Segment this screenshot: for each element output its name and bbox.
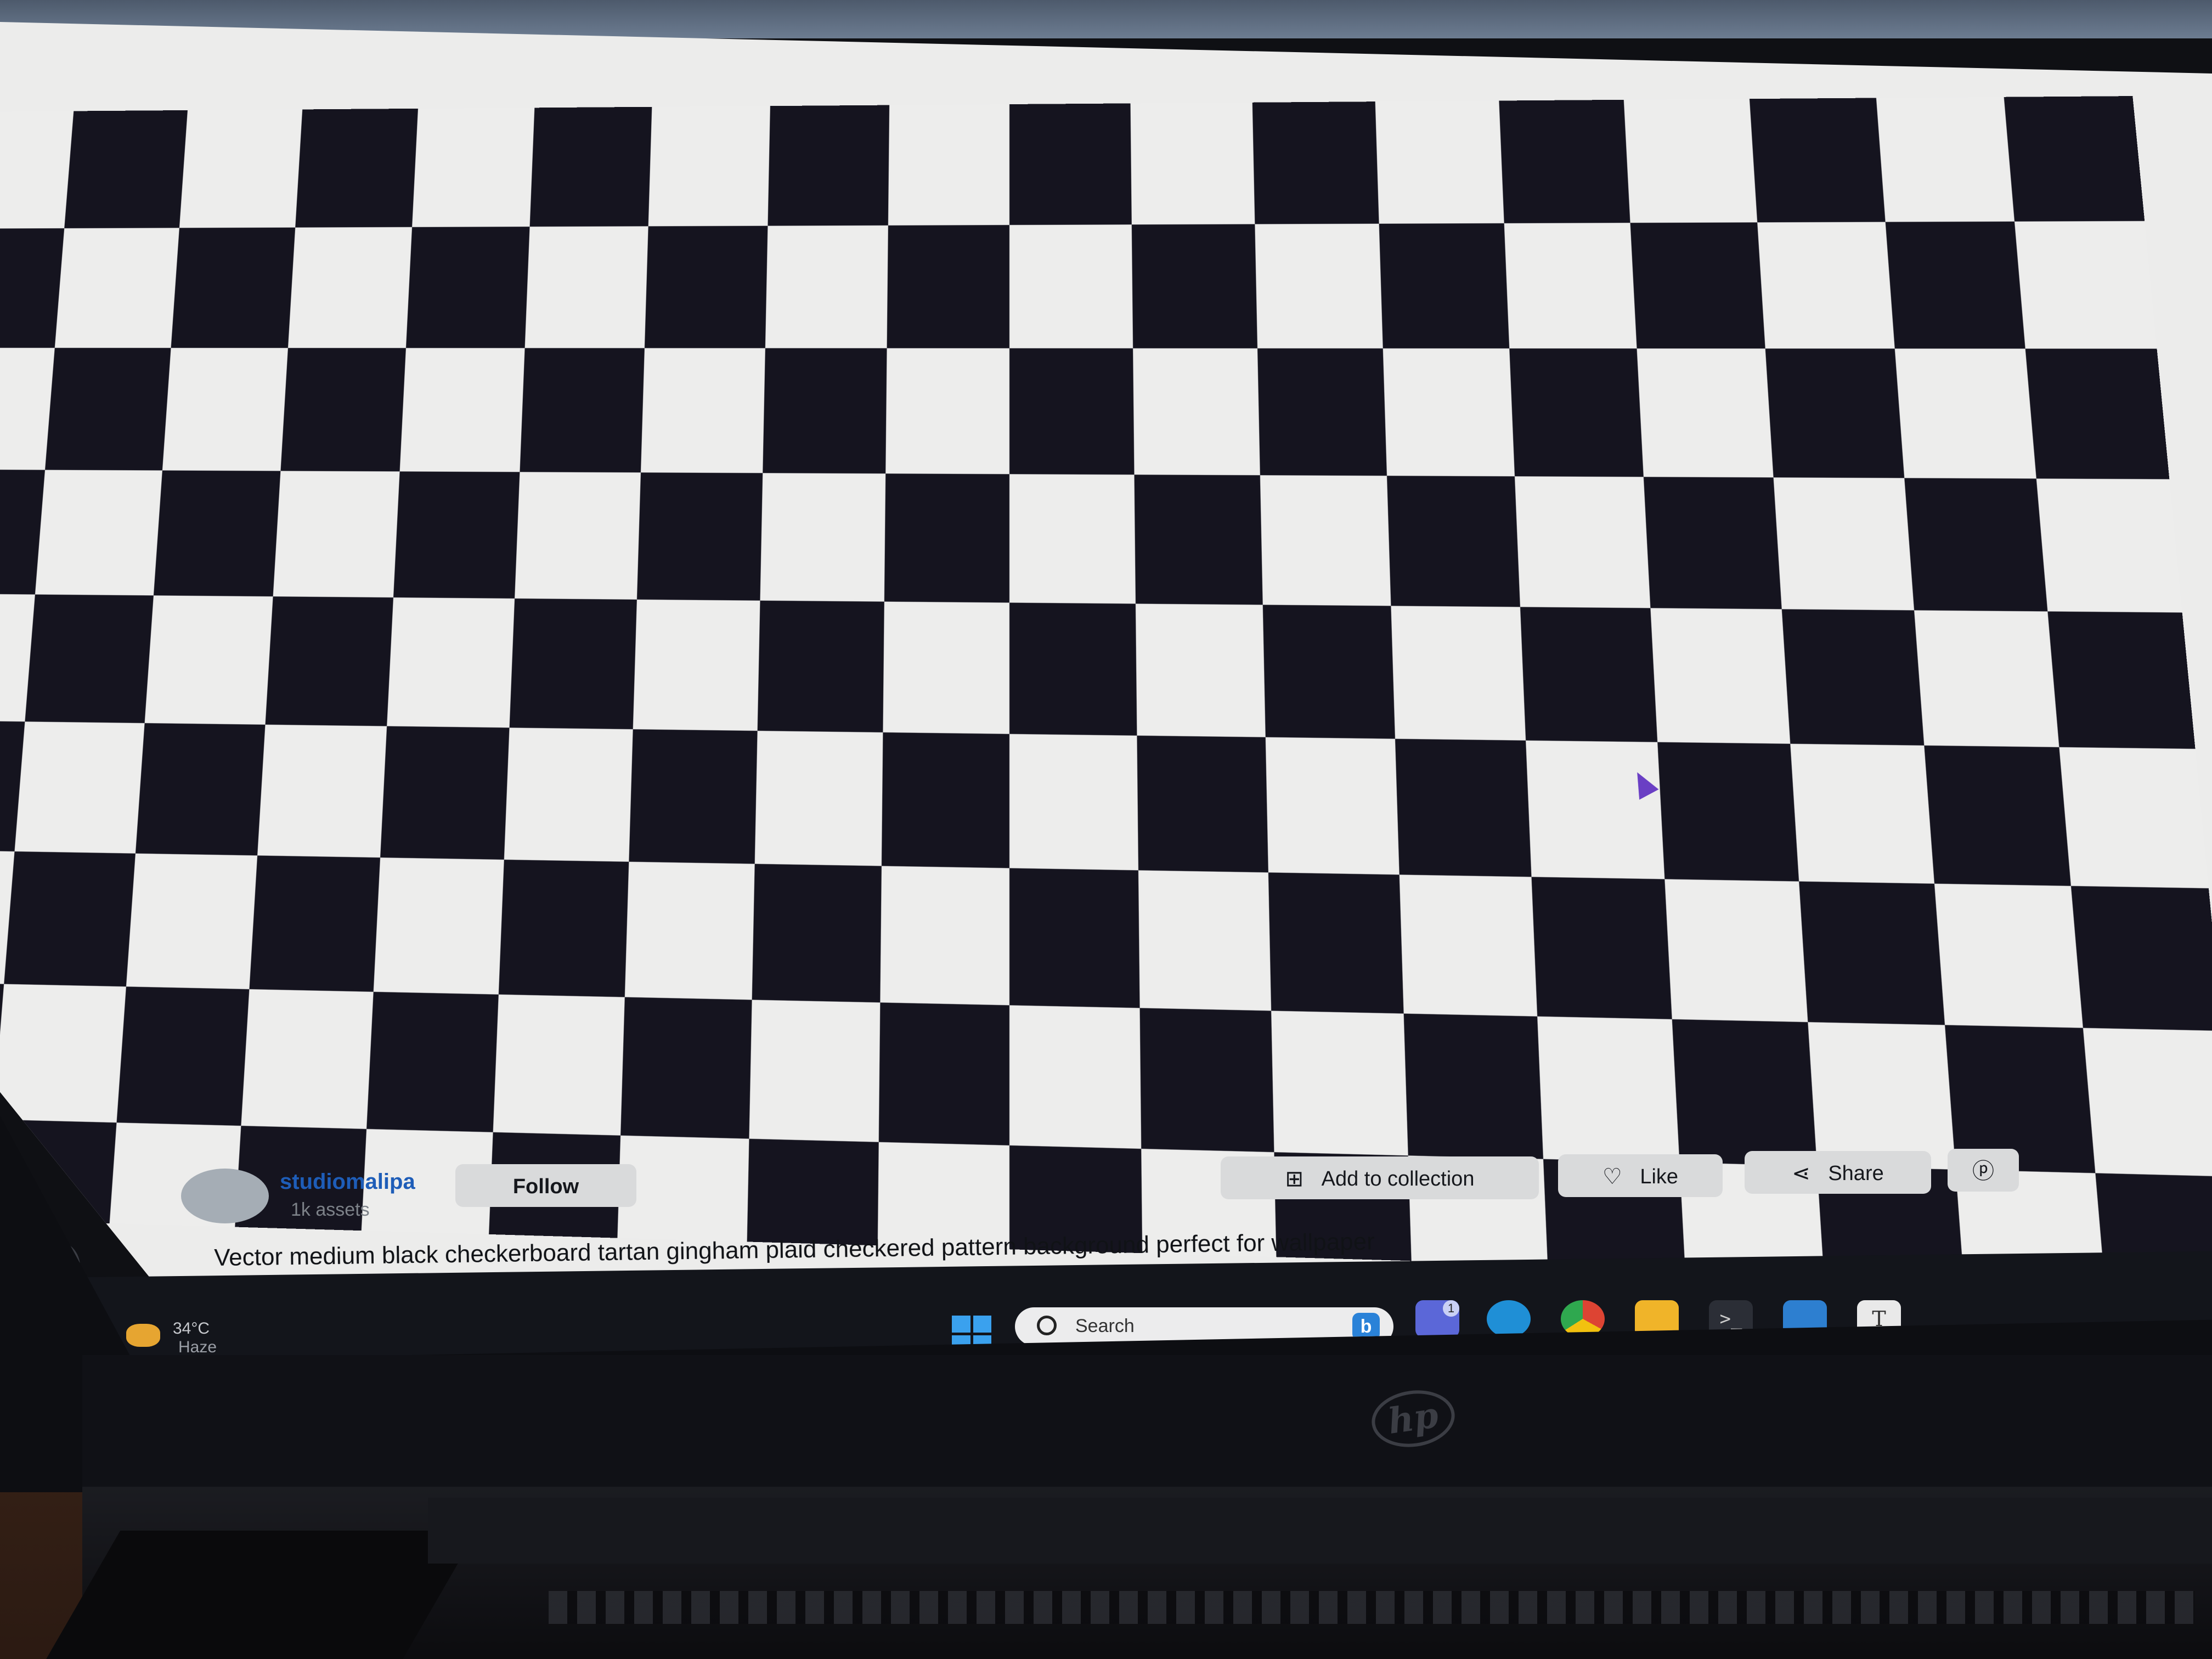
laptop-hinge [428,1498,2212,1564]
notification-badge: 1 [1443,1300,1459,1317]
laptop-chin [82,1355,2212,1487]
like-label: Like [1640,1165,1679,1188]
weather-temperature: 34°C [173,1319,210,1338]
author-avatar[interactable] [181,1169,269,1223]
author-assets-count: 1k assets [291,1199,370,1220]
plus-square-icon: ⊞ [1285,1166,1304,1191]
laptop-corner [44,1531,477,1659]
search-icon [1037,1316,1057,1335]
add-to-collection-label: Add to collection [1321,1167,1475,1190]
bing-icon[interactable]: b [1352,1313,1380,1340]
edge-icon[interactable] [1487,1300,1531,1338]
like-button[interactable]: ♡ Like [1558,1154,1723,1197]
add-to-collection-button[interactable]: ⊞ Add to collection [1221,1156,1539,1199]
share-button[interactable]: ⋖ Share [1745,1151,1931,1194]
pinterest-icon: ⓟ [1972,1159,1994,1183]
web-page [0,22,2212,1311]
laptop-vents [549,1591,2194,1624]
share-icon: ⋖ [1792,1161,1810,1186]
heart-icon: ♡ [1602,1164,1622,1189]
laptop-screen: studiomalipa 1k assets Follow ⊞ Add to c… [0,0,2212,1361]
photo-scene: studiomalipa 1k assets Follow ⊞ Add to c… [0,0,2212,1659]
share-label: Share [1828,1161,1884,1185]
search-placeholder: Search [1075,1316,1135,1336]
pinterest-button[interactable]: ⓟ [1948,1149,2019,1192]
author-name-link[interactable]: studiomalipa [280,1170,415,1194]
follow-button[interactable]: Follow [455,1164,636,1207]
haze-icon [126,1324,160,1347]
checkerboard-image[interactable] [0,96,2212,1285]
weather-description: Haze [178,1338,217,1356]
follow-label: Follow [512,1175,579,1198]
